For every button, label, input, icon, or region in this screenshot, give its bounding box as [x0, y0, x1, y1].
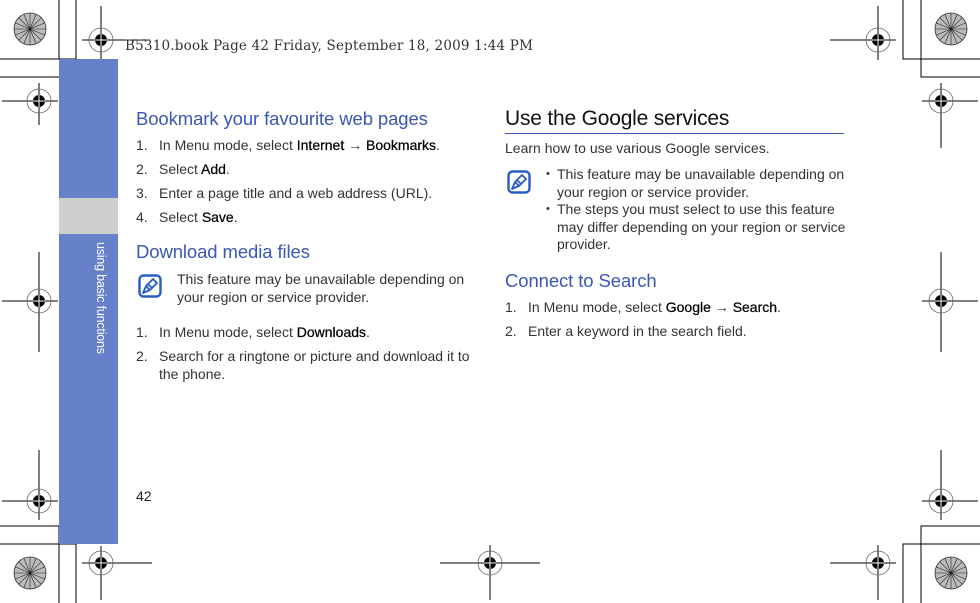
menu-add: Add	[201, 161, 226, 177]
search-steps: 1. In Menu mode, select Google → Search.…	[505, 299, 850, 341]
step-item: 1. In Menu mode, select Downloads.	[136, 324, 370, 340]
step-item: 2. Search for a ringtone or picture and …	[136, 348, 470, 382]
heading-rule	[505, 133, 844, 134]
search-heading: Connect to Search	[505, 270, 657, 291]
step-item: 1. In Menu mode, select Google → Search.	[505, 299, 781, 315]
step-item: 4. Select Save.	[136, 209, 238, 225]
menu-internet: Internet	[296, 137, 345, 153]
section-tab-label: using basic functions	[94, 242, 108, 354]
google-section: Use the Google services	[505, 107, 850, 131]
section-tab: using basic functions	[92, 242, 108, 362]
page-number: 42	[136, 488, 152, 504]
google-intro: Learn how to use various Google services…	[505, 140, 770, 156]
bookmark-section: Bookmark your favourite web pages 1. In …	[136, 108, 476, 227]
note-list: This feature may be unavailable dependin…	[546, 166, 846, 254]
search-section: Connect to Search 1. In Menu mode, selec…	[505, 270, 850, 341]
menu-search: Search	[732, 299, 778, 315]
bookmark-heading: Bookmark your favourite web pages	[136, 108, 428, 129]
note-item: The steps you must select to use this fe…	[546, 201, 846, 254]
step-item: 2. Enter a keyword in the search field.	[505, 323, 747, 339]
download-steps: 1. In Menu mode, select Downloads. 2. Se…	[136, 324, 476, 383]
download-section: Download media files This feature may be…	[136, 241, 476, 383]
step-item: 1. In Menu mode, select Internet → Bookm…	[136, 137, 440, 153]
menu-google: Google	[665, 299, 711, 315]
google-heading: Use the Google services	[505, 107, 730, 130]
step-item: 2. Select Add.	[136, 161, 230, 177]
bookmark-steps: 1. In Menu mode, select Internet → Bookm…	[136, 137, 476, 227]
menu-save: Save	[201, 209, 234, 225]
note-pencil-icon	[507, 170, 531, 194]
note-text: This feature may be unavailable dependin…	[177, 271, 465, 305]
chapter-sidebar-marker	[59, 198, 118, 234]
menu-bookmarks: Bookmarks	[366, 137, 437, 153]
download-note: This feature may be unavailable dependin…	[136, 271, 476, 311]
note-pencil-icon	[138, 274, 162, 298]
step-item: 3. Enter a page title and a web address …	[136, 185, 433, 201]
chapter-sidebar	[59, 59, 118, 544]
note-item: This feature may be unavailable dependin…	[546, 166, 846, 201]
arrow-icon: →	[344, 137, 367, 153]
arrow-icon: →	[710, 299, 733, 315]
menu-downloads: Downloads	[296, 324, 367, 340]
download-heading: Download media files	[136, 241, 310, 262]
print-header: B5310.book Page 42 Friday, September 18,…	[125, 38, 534, 54]
